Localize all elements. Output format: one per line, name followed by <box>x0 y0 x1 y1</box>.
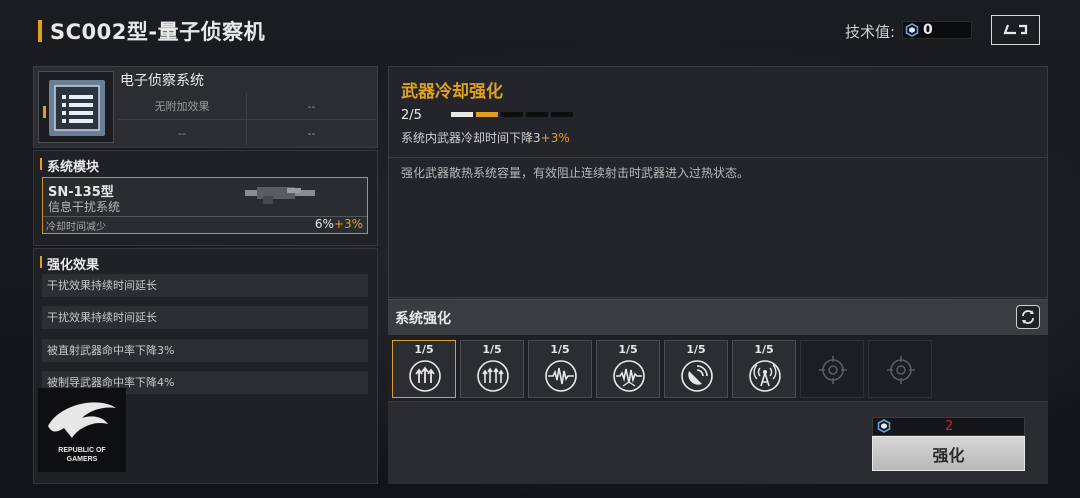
rog-text-line2: GAMERS <box>67 456 98 463</box>
level-text: 2/5 <box>401 108 422 123</box>
attribute-cell: -- <box>307 126 316 140</box>
rog-eye-icon: REPUBLIC OF GAMERS <box>48 402 116 463</box>
level-segment <box>551 112 573 117</box>
tech-crystal-icon <box>905 23 919 37</box>
system-enhance-title: 系统强化 <box>395 311 451 327</box>
refresh-button[interactable] <box>1016 305 1040 329</box>
enhance-slot-row: 1/5 1/5 1/5 1/5 1/5 1/5 <box>388 335 1048 401</box>
effect-bonus: +3% <box>540 131 570 145</box>
module-card[interactable]: SN-135型 信息干扰系统 冷却时间减少 6%+3% <box>42 177 368 234</box>
level-segment <box>476 112 498 117</box>
system-header: 电子侦察系统 无附加效果 -- -- -- <box>33 66 378 148</box>
attribute-cell: 无附加效果 <box>154 100 210 113</box>
waveform-pulse-icon <box>613 360 645 392</box>
upgrade-area: 2 强化 <box>388 401 1048 484</box>
enhance-slot <box>868 340 932 398</box>
system-list-icon <box>49 80 105 136</box>
selection-marker <box>43 106 46 118</box>
enhance-slot[interactable]: 1/5 <box>528 340 592 398</box>
waveform-icon <box>545 360 577 392</box>
refresh-icon <box>1022 310 1034 324</box>
enhancement-description: 强化武器散热系统容量，有效阻止连续射击时武器进入过热状态。 <box>401 166 750 180</box>
locked-target-icon <box>819 356 847 384</box>
locked-target-icon <box>887 356 915 384</box>
enhance-slot[interactable]: 1/5 <box>596 340 660 398</box>
level-segment <box>501 112 523 117</box>
tech-value: 0 <box>923 22 933 38</box>
module-stat-base: 6% <box>314 217 334 231</box>
slot-level: 1/5 <box>686 343 706 356</box>
level-segment <box>451 112 473 117</box>
enhancement-title: 武器冷却强化 <box>401 82 503 102</box>
system-enhance-header: 系统强化 <box>388 299 1048 335</box>
cost-value: 2 <box>945 419 954 434</box>
module-subtitle: 信息干扰系统 <box>48 200 121 214</box>
slot-level: 1/5 <box>550 343 570 356</box>
header: SC002型-量子侦察机 技术值: 0 <box>0 0 1080 62</box>
system-attribute-grid: 无附加效果 -- -- -- <box>118 93 376 145</box>
tech-value-label: 技术值: <box>845 23 896 41</box>
weapon-module-icon <box>245 187 315 204</box>
system-name: 电子侦察系统 <box>120 73 204 89</box>
enhance-slot <box>800 340 864 398</box>
rog-logo: REPUBLIC OF GAMERS <box>38 388 126 472</box>
back-button[interactable] <box>991 15 1040 45</box>
rog-text-line1: REPUBLIC OF <box>58 447 106 454</box>
right-panel: 武器冷却强化 2/5 系统内武器冷却时间下降3+3% 强化武器散热系统容量，有效… <box>388 66 1048 484</box>
module-stat-bonus: +3% <box>333 217 363 231</box>
signal-tower-icon <box>749 360 781 392</box>
slot-level: 1/5 <box>482 343 502 356</box>
upgrade-cost: 2 <box>872 417 1025 436</box>
enhancement-detail: 武器冷却强化 2/5 系统内武器冷却时间下降3+3% 强化武器散热系统容量，有效… <box>388 66 1048 298</box>
detail-divider <box>389 157 1047 158</box>
attribute-cell: -- <box>307 99 316 113</box>
slot-level: 1/5 <box>754 343 774 356</box>
enhance-slot[interactable]: 1/5 <box>460 340 524 398</box>
satellite-dish-icon <box>681 360 713 392</box>
quad-arrow-up-icon <box>477 360 509 392</box>
enhance-slot[interactable]: 1/5 <box>392 340 456 398</box>
modules-section-title: 系统模块 <box>40 156 99 175</box>
title-accent-bar <box>38 20 42 42</box>
page-title: SC002型-量子侦察机 <box>50 20 266 44</box>
triple-arrow-up-icon <box>409 360 441 392</box>
attribute-cell: -- <box>178 126 186 140</box>
back-arrow-icon <box>1002 24 1027 35</box>
left-panel: 电子侦察系统 无附加效果 -- -- -- 系统模块 SN-135型 信息干扰系… <box>33 66 378 484</box>
slot-level: 1/5 <box>618 343 638 356</box>
system-icon-frame[interactable] <box>38 71 114 143</box>
effect-item: 被直射武器命中率下降3% <box>42 339 368 362</box>
effect-item: 干扰效果持续时间延长 <box>42 274 368 297</box>
tech-value-box: 0 <box>902 21 972 39</box>
level-segment <box>526 112 548 117</box>
enhance-slot[interactable]: 1/5 <box>664 340 728 398</box>
module-stat-value: 6%+3% <box>315 217 363 231</box>
slot-level: 1/5 <box>414 343 434 356</box>
effects-section-title: 强化效果 <box>40 254 99 273</box>
effect-description: 系统内武器冷却时间下降3+3% <box>401 129 570 146</box>
tech-crystal-icon <box>877 419 891 433</box>
upgrade-button[interactable]: 强化 <box>872 436 1025 471</box>
enhance-slot[interactable]: 1/5 <box>732 340 796 398</box>
effect-item: 干扰效果持续时间延长 <box>42 306 368 329</box>
effect-text: 系统内武器冷却时间下降3 <box>401 131 541 145</box>
module-stat-label: 冷却时间减少 <box>46 222 106 233</box>
